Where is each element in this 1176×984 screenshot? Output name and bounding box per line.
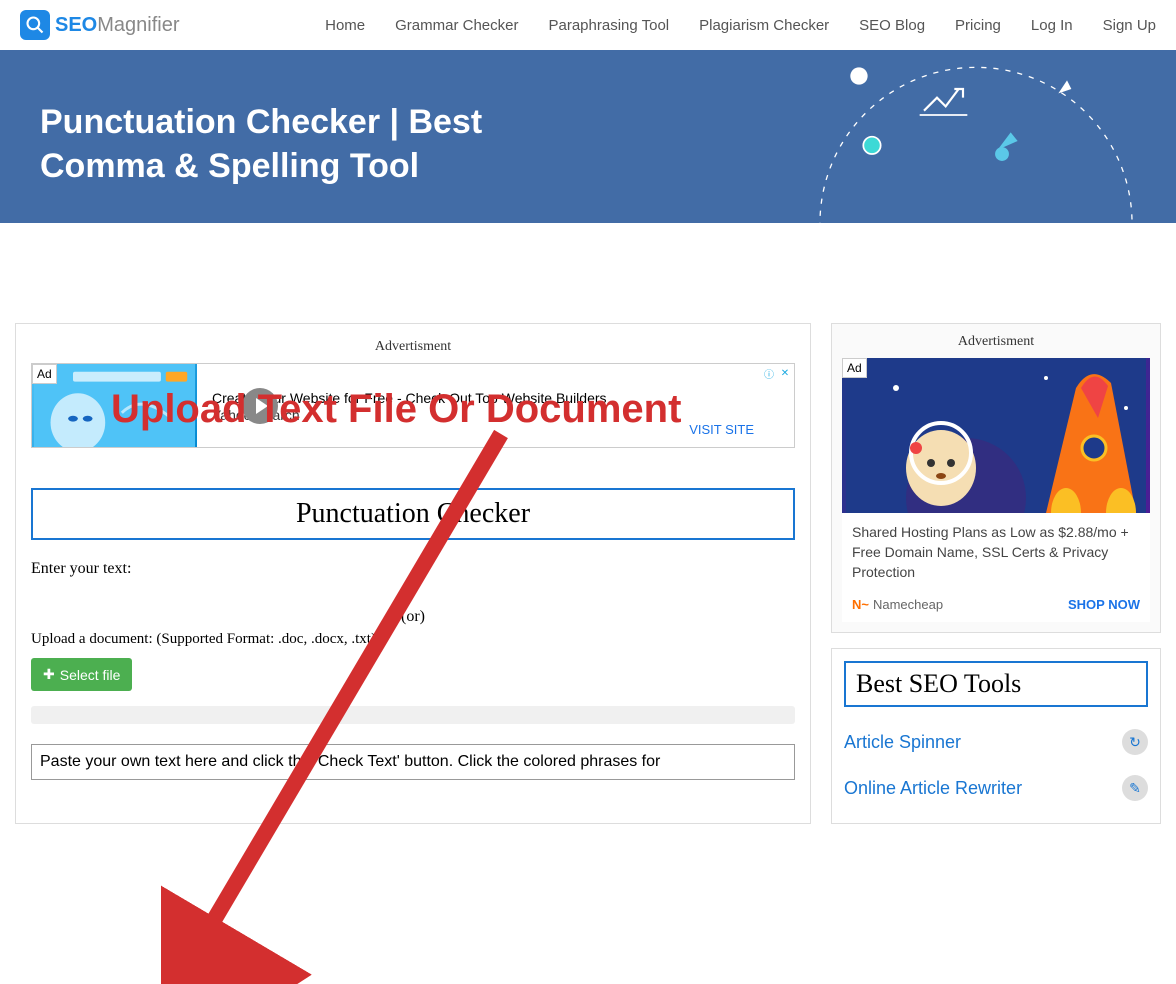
upload-progress (31, 706, 795, 724)
page-title: Punctuation Checker | Best Comma & Spell… (40, 100, 540, 188)
main-content: Advertisment Ad ⓘ ✕ Create Y (15, 323, 811, 824)
ad-badge: Ad (32, 364, 57, 384)
nav-paraphrasing[interactable]: Paraphrasing Tool (548, 17, 669, 34)
nav-grammar[interactable]: Grammar Checker (395, 17, 518, 34)
nav-login[interactable]: Log In (1031, 17, 1073, 34)
rewriter-icon: ✎ (1122, 775, 1148, 801)
logo-icon (20, 10, 50, 40)
tool-heading: Punctuation Checker (31, 488, 795, 540)
header: SEOMagnifier Home Grammar Checker Paraph… (0, 0, 1176, 50)
upload-label: Upload a document: (Supported Format: .d… (31, 631, 795, 648)
tool-link-rewriter[interactable]: Online Article Rewriter ✎ (844, 765, 1148, 811)
sidebar-ad-badge: Ad (842, 358, 867, 378)
sidebar-ad[interactable]: Ad ⓘ ✕ (842, 358, 1150, 622)
nav-blog[interactable]: SEO Blog (859, 17, 925, 34)
ad-visit-link[interactable]: VISIT SITE (689, 422, 754, 437)
nav-plagiarism[interactable]: Plagiarism Checker (699, 17, 829, 34)
ad-info-icon[interactable]: ⓘ (762, 366, 776, 380)
sidebar-ad-image (842, 358, 1150, 513)
tools-heading: Best SEO Tools (844, 661, 1148, 707)
text-input[interactable]: Paste your own text here and click the '… (31, 744, 795, 780)
nav-home[interactable]: Home (325, 17, 365, 34)
nav-pricing[interactable]: Pricing (955, 17, 1001, 34)
spinner-icon: ↻ (1122, 729, 1148, 755)
tool-link-spinner[interactable]: Article Spinner ↻ (844, 719, 1148, 765)
ad-close-icon[interactable]: ✕ (778, 366, 792, 380)
hero-banner: Punctuation Checker | Best Comma & Spell… (0, 50, 1176, 223)
ad-label: Advertisment (31, 339, 795, 355)
sidebar: Advertisment Ad ⓘ ✕ (831, 323, 1161, 824)
tools-widget: Best SEO Tools Article Spinner ↻ Online … (831, 648, 1161, 824)
shop-now-link[interactable]: SHOP NOW (1068, 597, 1140, 612)
ad-brand: N~Namecheap (852, 597, 943, 612)
nav-signup[interactable]: Sign Up (1103, 17, 1156, 34)
ad-image (32, 364, 197, 447)
sidebar-ad-label: Advertisment (842, 334, 1150, 350)
ad-controls: ⓘ ✕ (762, 366, 792, 380)
main-ad[interactable]: Ad ⓘ ✕ Create Your Website for Free - C (31, 363, 795, 448)
select-file-button[interactable]: ✚ Select file (31, 658, 132, 691)
enter-text-label: Enter your text: (31, 560, 795, 578)
hero-graphics (776, 50, 1176, 223)
plus-icon: ✚ (43, 666, 55, 683)
or-label: (or) (31, 608, 795, 626)
logo[interactable]: SEOMagnifier (20, 10, 180, 40)
main-nav: Home Grammar Checker Paraphrasing Tool P… (325, 17, 1156, 34)
ad-play-icon[interactable] (242, 388, 278, 424)
logo-text: SEOMagnifier (55, 14, 180, 37)
sidebar-ad-text: Shared Hosting Plans as Low as $2.88/mo … (842, 513, 1150, 592)
